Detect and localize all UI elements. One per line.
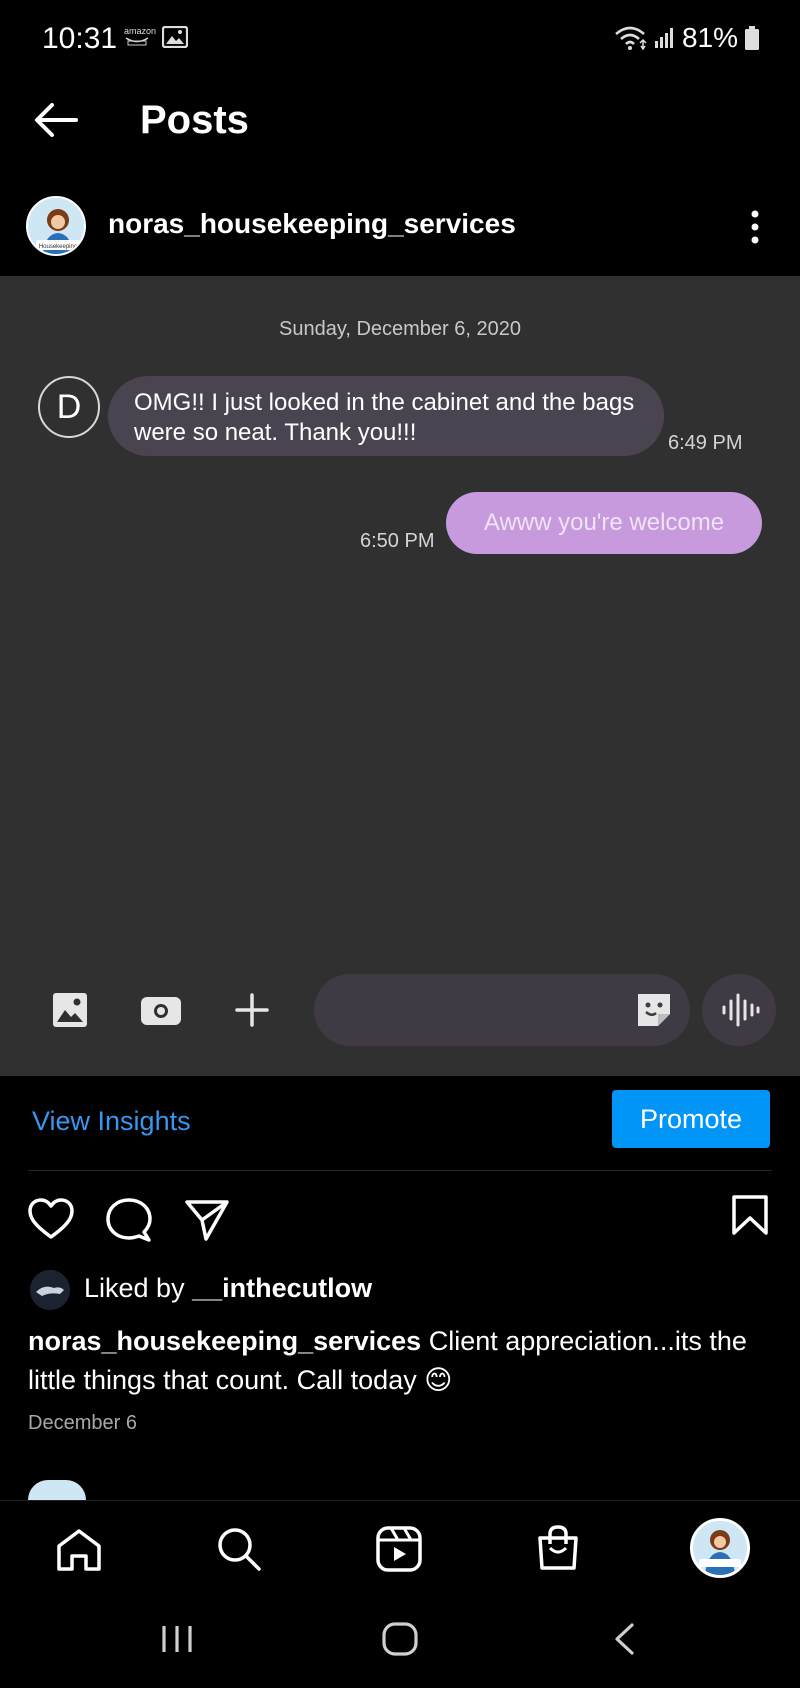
home-icon[interactable] [56,1528,102,1572]
amazon-notification-icon: amazon [124,26,156,46]
divider [28,1170,772,1171]
back-arrow-icon[interactable] [32,100,80,140]
comment-icon[interactable] [106,1198,152,1242]
account-avatar[interactable]: Housekeeping [26,196,86,256]
screen: 10:31 amazon 81% Posts Housekeeping nora… [0,0,800,1688]
sticker-icon [634,990,674,1030]
status-right: 81% [614,22,760,54]
liked-by-user[interactable]: __inthecutlow [192,1273,372,1303]
more-options-icon[interactable] [750,210,760,244]
promote-button[interactable]: Promote [612,1090,770,1148]
status-time: 10:31 [42,22,118,55]
liker-avatar [30,1270,70,1310]
view-insights-link[interactable]: View Insights [32,1106,191,1137]
account-username[interactable]: noras_housekeeping_services [108,208,516,240]
caption-username[interactable]: noras_housekeeping_services [28,1326,421,1356]
incoming-message: OMG!! I just looked in the cabinet and t… [108,376,664,456]
home-pill-icon[interactable] [382,1622,418,1656]
profile-avatar[interactable] [690,1518,750,1578]
liked-by-prefix: Liked by [84,1273,193,1303]
amazon-label: amazon [124,26,157,36]
search-icon[interactable] [216,1526,262,1572]
outgoing-time: 6:50 PM [360,530,435,552]
sender-avatar: D [38,376,100,438]
liked-by: Liked by __inthecutlow [84,1273,372,1304]
heart-icon[interactable] [28,1198,74,1240]
gallery-notification-icon [162,26,188,48]
battery-percent: 81% [681,22,738,53]
shop-icon[interactable] [536,1524,580,1572]
incoming-time: 6:49 PM [668,432,743,454]
battery-icon [744,25,760,51]
chat-date: Sunday, December 6, 2020 [278,318,521,340]
gallery-icon [52,992,88,1028]
recents-icon[interactable] [160,1624,194,1654]
back-chevron-icon[interactable] [612,1622,636,1656]
reels-icon[interactable] [376,1526,422,1572]
outgoing-message: Awww you're welcome [446,492,762,554]
post-date: December 6 [28,1412,137,1434]
bookmark-icon[interactable] [730,1194,770,1236]
share-icon[interactable] [184,1198,230,1242]
next-post-avatar [28,1480,86,1500]
camera-icon [140,994,182,1026]
post-caption: noras_housekeeping_services Client appre… [28,1322,778,1400]
avatar-label: Housekeeping [39,244,77,250]
signal-icon [654,27,676,49]
wifi-icon [614,25,648,51]
plus-icon [234,992,270,1028]
voice-button [702,974,776,1046]
page-title: Posts [140,98,249,142]
